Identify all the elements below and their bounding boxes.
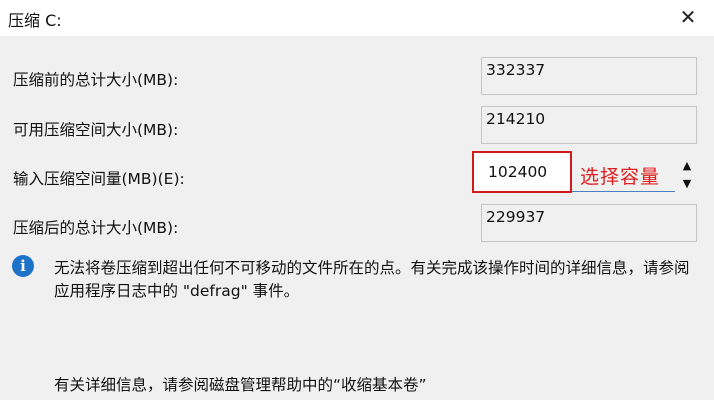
close-icon: ✕: [679, 5, 697, 29]
total-before-value: 332337: [481, 57, 697, 95]
total-after-label: 压缩后的总计大小(MB):: [13, 219, 179, 237]
shrink-amount-spinner[interactable]: ▲ ▼: [676, 156, 698, 192]
title-bar: 压缩 C: ✕: [0, 0, 714, 36]
shrink-amount-label: 输入压缩空间量(MB)(E):: [13, 170, 185, 188]
close-button[interactable]: ✕: [666, 0, 710, 34]
select-capacity-annotation: 选择容量: [580, 166, 661, 188]
available-space-value: 214210: [481, 106, 697, 144]
shrink-volume-dialog: 压缩 C: ✕ 压缩前的总计大小(MB): 332337 可用压缩空间大小(MB…: [0, 0, 714, 400]
window-title: 压缩 C:: [8, 11, 62, 30]
total-after-value: 229937: [481, 204, 697, 242]
shrink-amount-input-highlight: [472, 151, 572, 193]
total-before-label: 压缩前的总计大小(MB):: [13, 71, 179, 89]
spin-down-button[interactable]: ▼: [676, 174, 698, 192]
info-icon: i: [12, 255, 34, 277]
arrow-down-icon: ▼: [682, 176, 692, 190]
input-underline: [572, 191, 675, 192]
info-message: 无法将卷压缩到超出任何不可移动的文件所在的点。有关完成该操作时间的详细信息，请参…: [54, 259, 690, 300]
help-text: 有关详细信息，请参阅磁盘管理帮助中的“收缩基本卷”: [54, 376, 427, 394]
arrow-up-icon: ▲: [682, 158, 692, 172]
spin-up-button[interactable]: ▲: [676, 156, 698, 174]
shrink-amount-input[interactable]: [474, 155, 566, 189]
available-space-label: 可用压缩空间大小(MB):: [13, 121, 179, 139]
